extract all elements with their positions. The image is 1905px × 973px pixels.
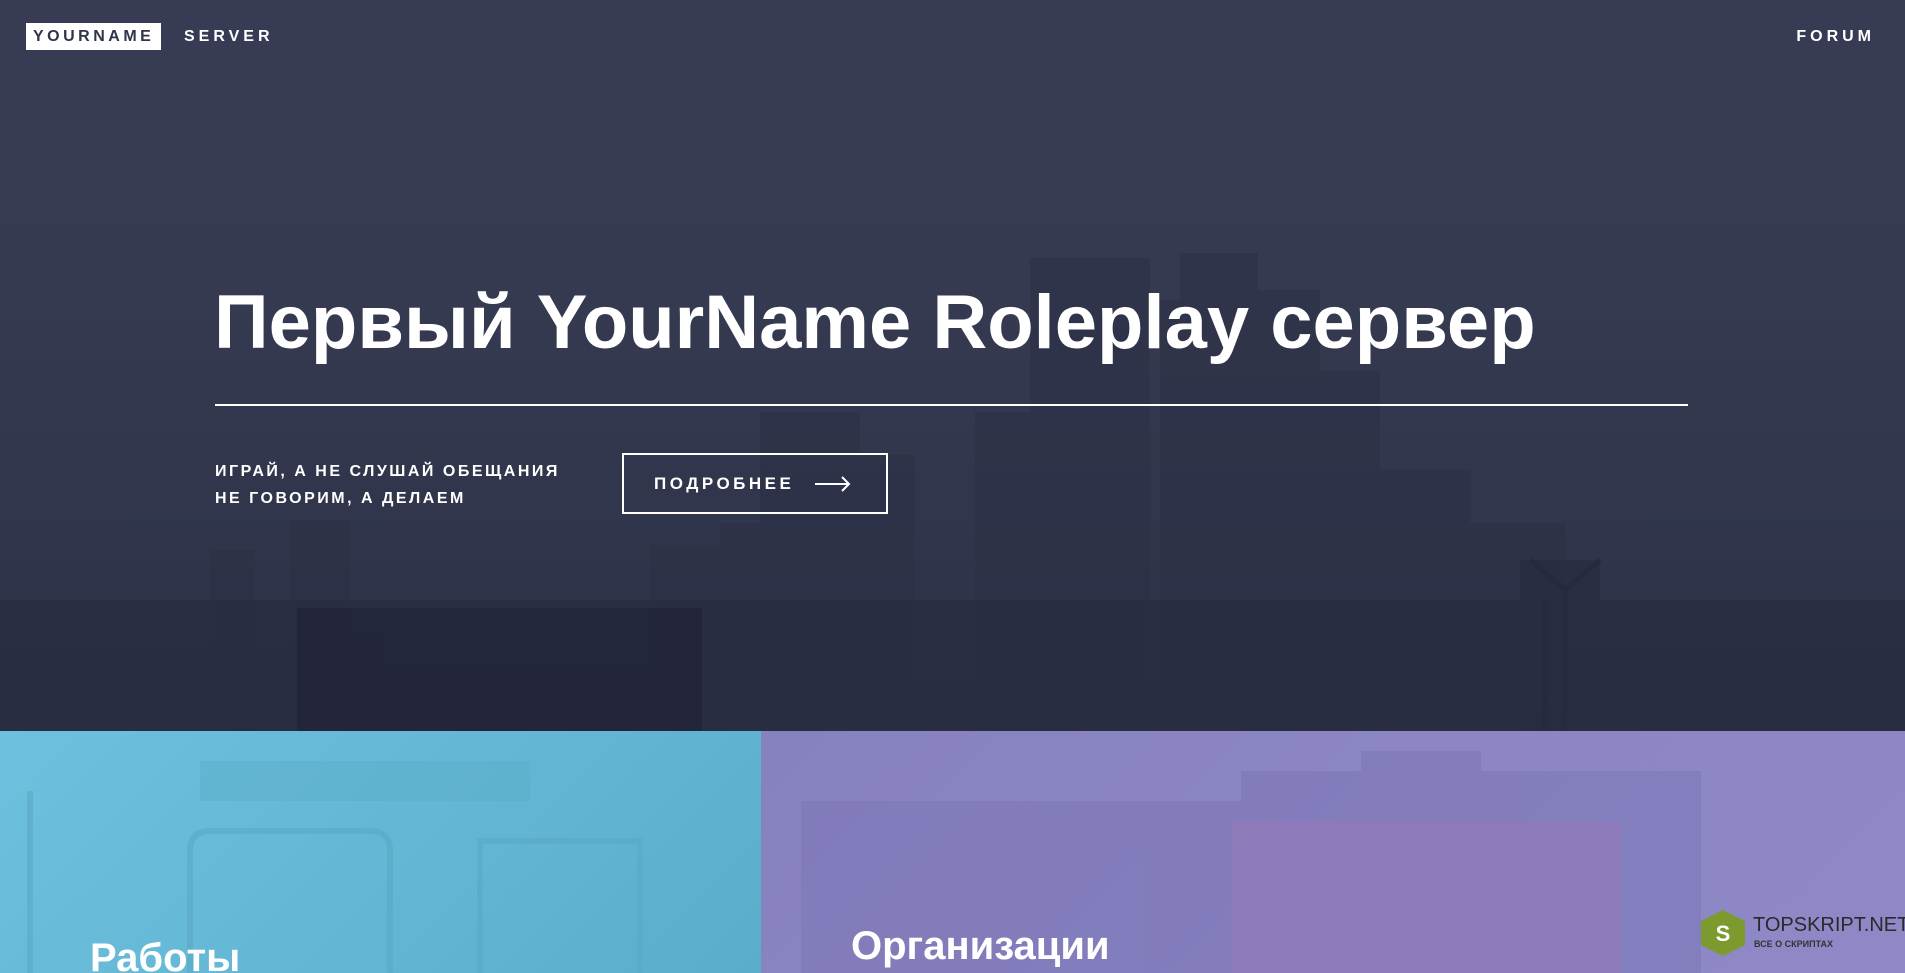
more-button[interactable]: ПОДРОБНЕЕ <box>622 453 888 514</box>
more-button-label: ПОДРОБНЕЕ <box>654 473 795 493</box>
logo-suffix[interactable]: SERVER <box>184 23 274 50</box>
top-navbar: YOURNAME SERVER FORUM <box>0 0 1905 74</box>
organizations-panel-title: Организации <box>851 924 1110 968</box>
logo-name[interactable]: YOURNAME <box>26 23 162 50</box>
hero-tagline: ИГРАЙ, А НЕ СЛУШАЙ ОБЕЩАНИЯ НЕ ГОВОРИМ, … <box>215 458 560 512</box>
hero-divider <box>215 404 1688 406</box>
watermark: S TOPSKRIPT.NET ВСЕ О СКРИПТАХ <box>1697 908 1905 958</box>
hero-section: YOURNAME SERVER FORUM Первый YourName Ro… <box>0 0 1905 731</box>
jobs-panel[interactable]: Работы <box>0 731 761 973</box>
watermark-site: TOPSKRIPT.NET <box>1753 914 1905 936</box>
watermark-subtitle: ВСЕ О СКРИПТАХ <box>1754 939 1834 949</box>
watermark-badge-icon: S <box>1701 910 1745 956</box>
tagline-line-1: ИГРАЙ, А НЕ СЛУШАЙ ОБЕЩАНИЯ <box>215 463 560 480</box>
tagline-line-2: НЕ ГОВОРИМ, А ДЕЛАЕМ <box>215 490 466 507</box>
arrow-right-icon <box>814 475 852 492</box>
watermark-badge-letter: S <box>1716 921 1731 946</box>
forum-link[interactable]: FORUM <box>1796 23 1875 50</box>
hero-title: Первый YourName Roleplay сервер <box>214 280 1536 365</box>
jobs-panel-title: Работы <box>90 936 241 973</box>
